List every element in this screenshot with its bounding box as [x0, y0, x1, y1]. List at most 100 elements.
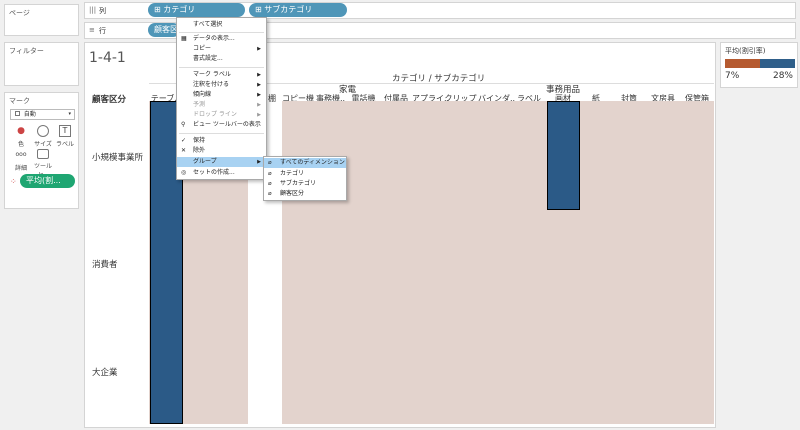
heatmap-cell[interactable] [512, 210, 546, 316]
label-label: ラベル [55, 141, 74, 148]
submenu-arrow-icon: ▶ [257, 92, 261, 98]
heatmap-cell[interactable] [546, 210, 580, 316]
menu-copy[interactable]: コピー ▶ [177, 44, 266, 54]
menu-format[interactable]: 書式設定... [177, 54, 266, 64]
columns-label: 列 [99, 7, 106, 15]
heatmap-cell[interactable] [347, 316, 380, 424]
label-button[interactable]: T ラベル [55, 125, 75, 148]
table-icon: ▦ [181, 35, 187, 42]
submenu-category[interactable]: ⌀ カテゴリ [264, 169, 346, 179]
heatmap-cell[interactable] [282, 316, 314, 424]
menu-forecast: 予測 ▶ [193, 101, 261, 108]
heatmap-cell[interactable] [646, 101, 680, 210]
heatmap-cell[interactable] [646, 316, 680, 424]
paperclip-icon: ⌀ [268, 180, 272, 187]
columns-icon: ||| [89, 6, 97, 14]
heatmap-cell[interactable] [184, 210, 248, 316]
submenu-all-dimensions[interactable]: ⌀ すべてのディメンション [264, 158, 346, 168]
heatmap-cell[interactable] [546, 316, 580, 424]
row-label[interactable]: 消費者 [92, 258, 118, 270]
heatmap-cell[interactable] [478, 210, 512, 316]
submenu-arrow-icon: ▶ [257, 159, 261, 165]
menu-show-view-toolbar[interactable]: ⚲ ビュー ツールバーの表示 [177, 120, 266, 130]
group-submenu: ⌀ すべてのディメンション ⌀ カテゴリ ⌀ サブカテゴリ ⌀ 顧客区分 [263, 156, 347, 201]
paperclip-icon: ⌀ [268, 190, 272, 197]
legend-panel: 平均(割引率) 7% 28% [720, 42, 798, 88]
menu-separator [179, 32, 264, 33]
heatmap-cell[interactable] [443, 101, 478, 210]
submenu-segment[interactable]: ⌀ 顧客区分 [264, 189, 346, 199]
heatmap-cell[interactable] [612, 101, 646, 210]
heatmap-cell[interactable] [512, 101, 546, 210]
heatmap-cell[interactable] [314, 210, 347, 316]
heatmap-cell[interactable] [412, 316, 443, 424]
heatmap-cell[interactable] [512, 316, 546, 424]
menu-select-all[interactable]: すべて選択 [177, 20, 266, 30]
heatmap-cell[interactable] [580, 316, 612, 424]
heatmap-cell[interactable] [680, 210, 714, 316]
heatmap-cell[interactable] [380, 210, 412, 316]
marks-title: マーク [9, 97, 30, 105]
heatmap-cell[interactable] [443, 210, 478, 316]
mark-type-value: 自動 [23, 111, 36, 118]
heatmap-cell[interactable] [478, 316, 512, 424]
size-icon [37, 125, 49, 137]
heatmap-cell[interactable] [412, 101, 443, 210]
row-dim-label: 顧客区分 [92, 95, 127, 105]
column-pill-category[interactable]: ⊞ カテゴリ [148, 3, 245, 17]
heatmap-cell[interactable] [478, 101, 512, 210]
heatmap-cell[interactable] [612, 316, 646, 424]
label-icon: T [59, 125, 71, 137]
menu-trend-lines[interactable]: 傾向線 ▶ [177, 90, 266, 100]
marks-panel: マーク 自動 ▾ ● 色 サイズ T ラベル ooo 詳細 ツールヒ.. ⁘ 平… [4, 92, 79, 209]
heatmap-cell[interactable] [443, 316, 478, 424]
pages-title: ページ [9, 9, 30, 17]
submenu-subcategory[interactable]: ⌀ サブカテゴリ [264, 179, 346, 189]
magnifier-icon: ⚲ [181, 121, 186, 128]
heatmap-highlight-cell [547, 101, 580, 210]
menu-separator [179, 133, 264, 134]
heatmap-cell[interactable] [680, 316, 714, 424]
heatmap-cell[interactable] [314, 316, 347, 424]
submenu-arrow-icon: ▶ [257, 72, 261, 78]
size-button[interactable]: サイズ [33, 125, 53, 148]
heatmap-cell[interactable] [646, 210, 680, 316]
menu-mark-label[interactable]: マーク ラベル ▶ [177, 70, 266, 80]
heatmap-cell[interactable] [347, 101, 380, 210]
detail-button[interactable]: ooo 詳細 [11, 149, 31, 172]
filters-title: フィルター [9, 47, 44, 55]
pages-panel: ページ [4, 4, 79, 36]
heatmap-cell[interactable] [282, 210, 314, 316]
heatmap-cell[interactable] [680, 101, 714, 210]
row-pill-label: 顧客区 [154, 25, 178, 34]
chevron-down-icon: ▾ [68, 111, 71, 117]
column-pill-subcategory[interactable]: ⊞ サブカテゴリ [249, 3, 347, 17]
menu-exclude[interactable]: ✕ 除外 [177, 146, 266, 156]
submenu-arrow-icon: ▶ [257, 46, 261, 52]
row-label[interactable]: 小規模事業所 [92, 151, 143, 163]
submenu-arrow-icon: ▶ [257, 102, 261, 108]
menu-keep-only[interactable]: ✓ 保持 [177, 136, 266, 146]
mark-type-dropdown[interactable]: 自動 ▾ [10, 109, 75, 120]
heatmap-cell[interactable] [380, 316, 412, 424]
mark-measure-pill[interactable]: 平均(割... [20, 174, 75, 188]
color-button[interactable]: ● 色 [11, 125, 31, 148]
heatmap-cell[interactable] [580, 210, 612, 316]
rows-icon: ≡ [89, 26, 95, 34]
menu-annotate[interactable]: 注釈を付ける ▶ [177, 80, 266, 90]
rows-label: 行 [99, 27, 106, 35]
heatmap-cell[interactable] [380, 101, 412, 210]
heatmap-cell[interactable] [580, 101, 612, 210]
menu-group[interactable]: グループ ▶ [177, 157, 266, 167]
row-label[interactable]: 大企業 [92, 366, 118, 378]
heatmap-cell[interactable] [612, 210, 646, 316]
set-icon: ◎ [181, 169, 187, 176]
menu-create-set[interactable]: ◎ セットの作成... [177, 168, 266, 178]
heatmap-cell[interactable] [412, 210, 443, 316]
column-pill-label: サブカテゴリ [264, 5, 313, 14]
menu-view-data[interactable]: ▦ データの表示... [177, 34, 266, 44]
heatmap-cell[interactable] [347, 210, 380, 316]
hidden-header-fragment: 棚 [268, 94, 276, 103]
heatmap-cell[interactable] [184, 316, 248, 424]
legend-min: 7% [725, 71, 740, 81]
